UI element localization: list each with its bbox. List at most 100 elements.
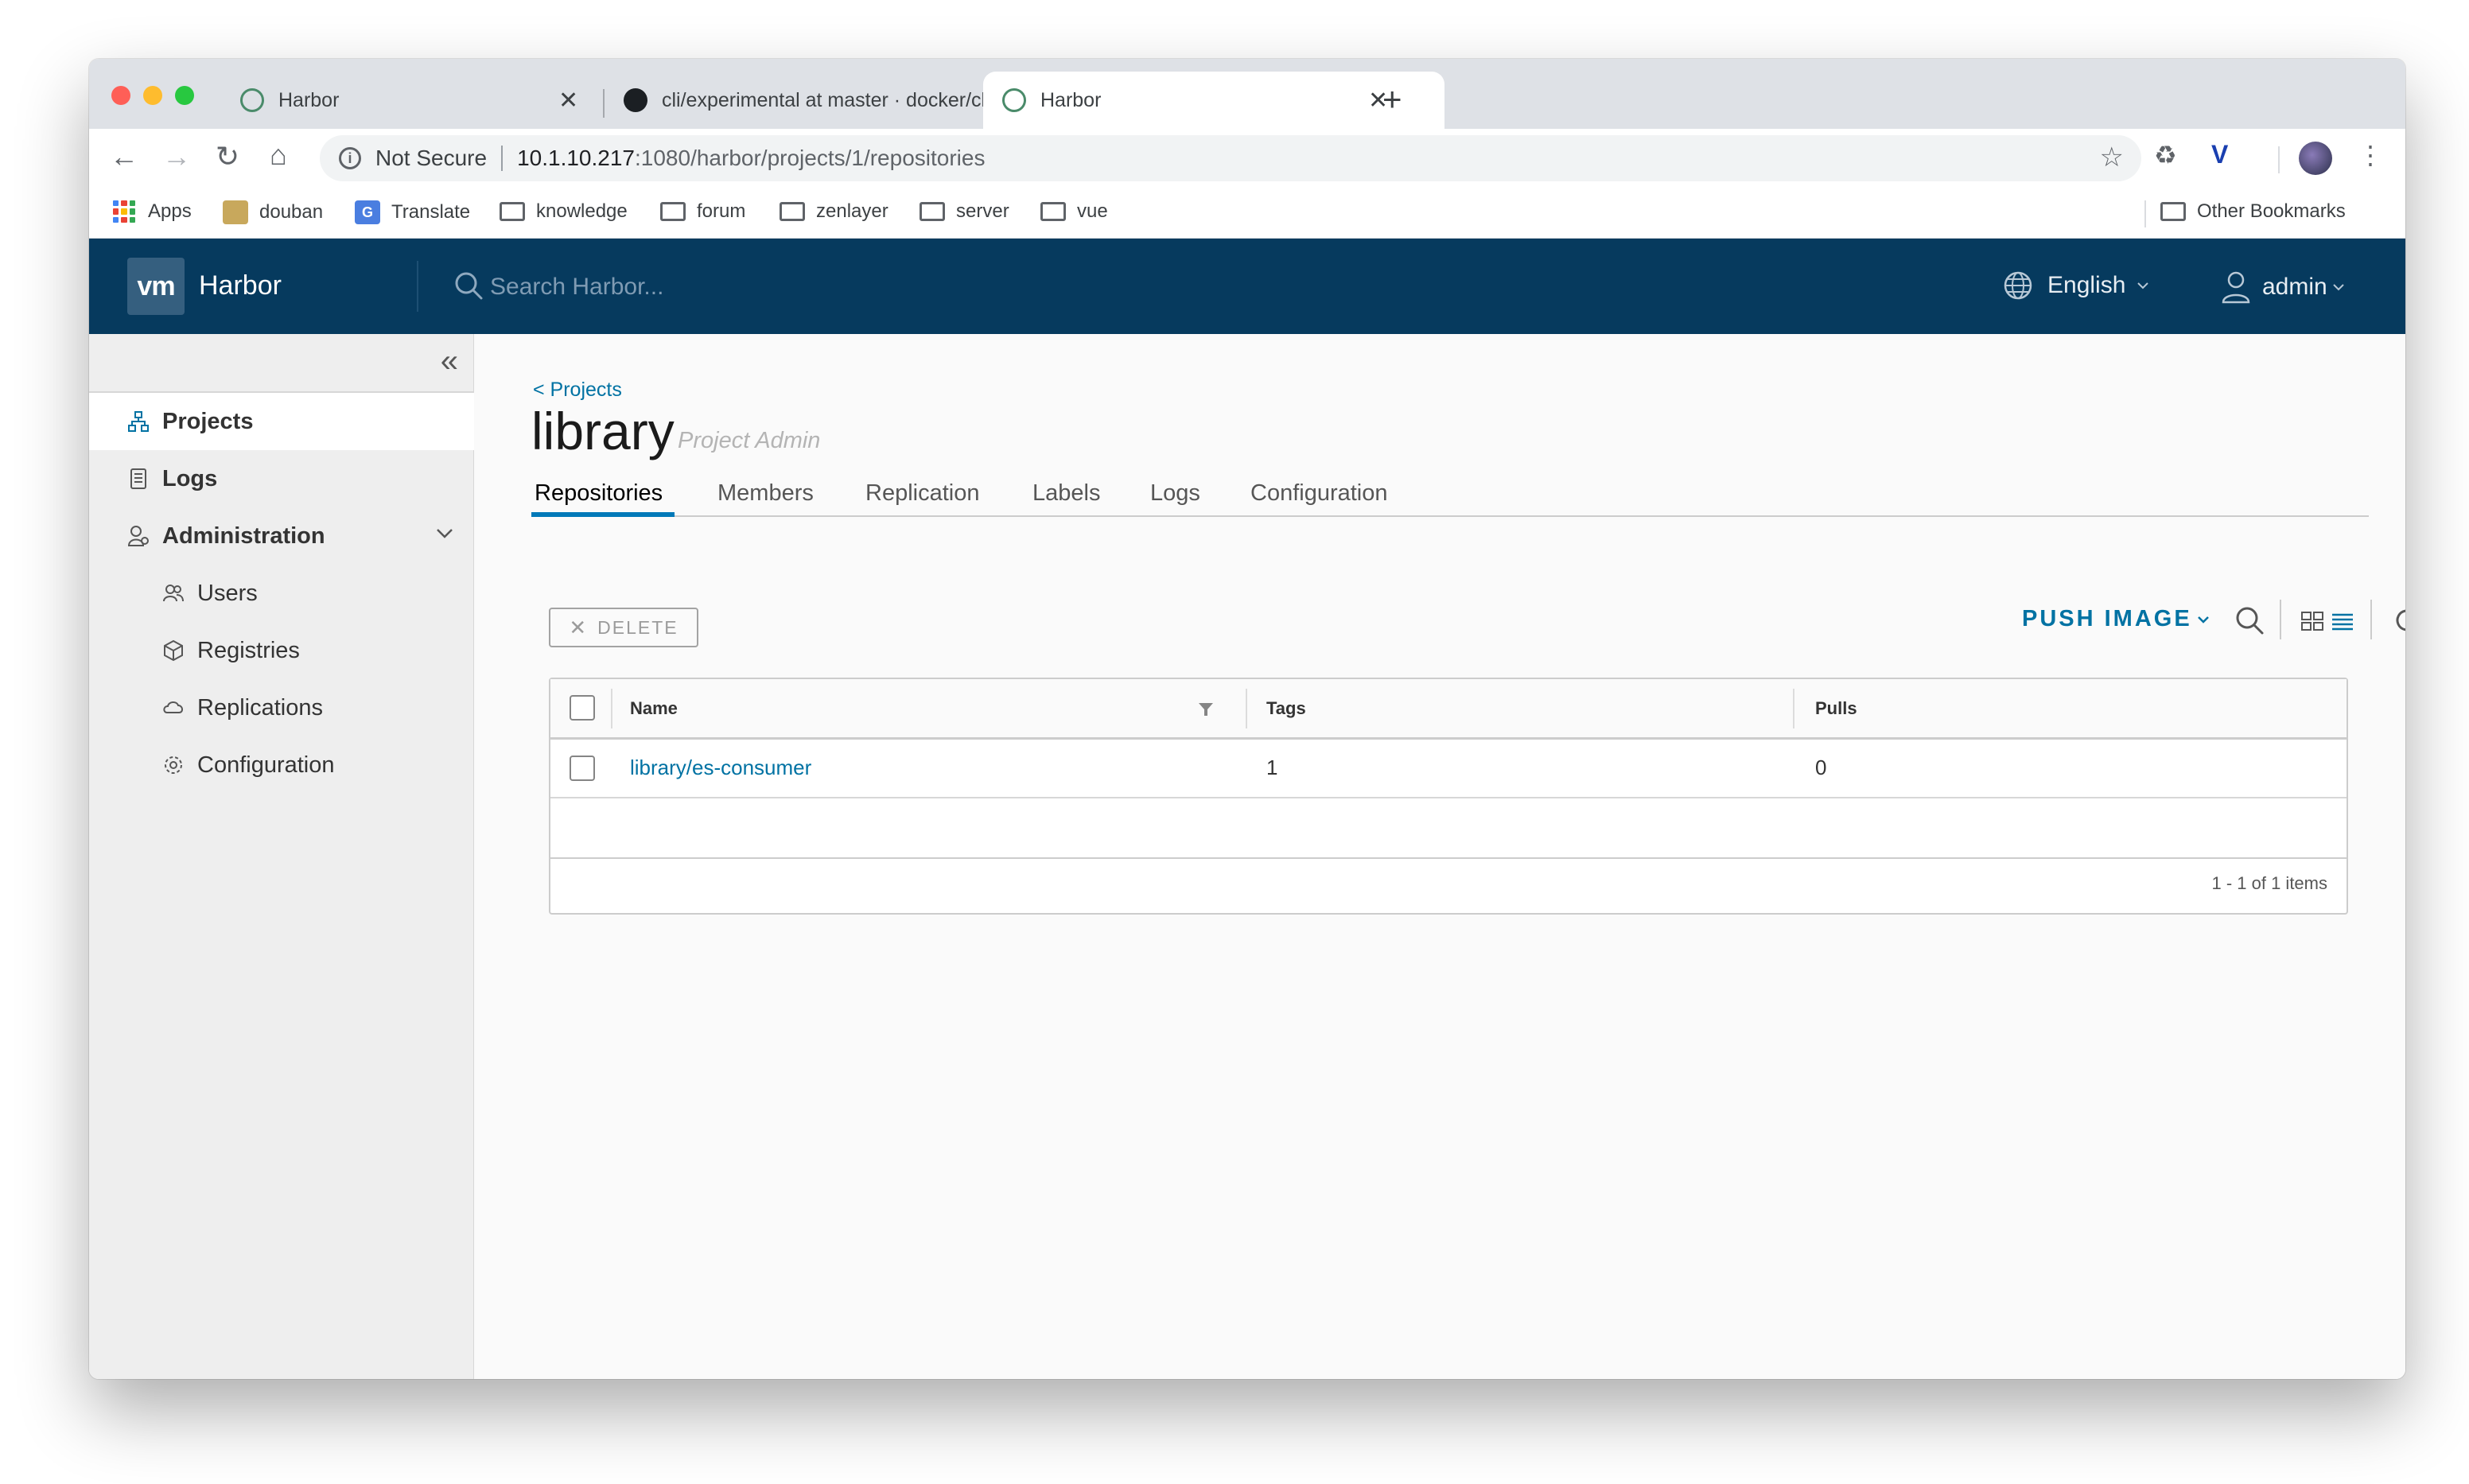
bookmark-vue[interactable]: vue bbox=[1040, 200, 1108, 223]
browser-tab-harbor-1[interactable]: Harbor ✕ bbox=[221, 72, 601, 129]
folder-icon bbox=[780, 202, 805, 221]
bookmark-label: douban bbox=[259, 201, 324, 223]
filter-icon[interactable] bbox=[1196, 700, 1215, 719]
bookmark-star-icon[interactable]: ☆ bbox=[2100, 142, 2124, 173]
user-menu[interactable]: admin bbox=[2221, 270, 2345, 304]
brand-title[interactable]: Harbor bbox=[199, 270, 282, 301]
menu-dots-icon[interactable]: ⋮ bbox=[2358, 140, 2383, 170]
replications-icon bbox=[163, 701, 183, 713]
administration-icon bbox=[127, 526, 149, 546]
user-icon bbox=[2222, 271, 2250, 304]
tab-label: Logs bbox=[1150, 480, 1200, 506]
v-extension-icon[interactable]: V bbox=[2211, 140, 2228, 169]
recycle-extension-icon[interactable]: ♻ bbox=[2154, 140, 2177, 170]
select-all-checkbox[interactable] bbox=[570, 695, 595, 721]
chevron-down-icon[interactable] bbox=[434, 523, 455, 544]
logs-icon bbox=[130, 468, 146, 489]
toolbar-divider bbox=[2280, 600, 2281, 639]
home-icon[interactable]: ⌂ bbox=[259, 138, 297, 172]
tab-title: Harbor bbox=[1040, 88, 1102, 111]
sidebar-item-label: Replications bbox=[197, 694, 323, 721]
forward-arrow-icon[interactable]: → bbox=[157, 140, 196, 173]
column-header-name[interactable]: Name bbox=[630, 698, 678, 719]
tab-logs[interactable]: Logs bbox=[1150, 480, 1200, 507]
search-icon[interactable] bbox=[2234, 604, 2265, 636]
sidebar-item-projects[interactable]: Projects bbox=[89, 393, 474, 450]
zoom-window-button[interactable] bbox=[175, 86, 194, 105]
row-checkbox[interactable] bbox=[570, 756, 595, 781]
bookmark-apps[interactable]: Apps bbox=[113, 200, 192, 223]
security-label: Not Secure bbox=[375, 146, 488, 170]
bookmark-knowledge[interactable]: knowledge bbox=[500, 200, 628, 223]
table-empty-area bbox=[550, 798, 2347, 859]
bookmark-douban[interactable]: douban bbox=[223, 200, 323, 224]
douban-icon bbox=[223, 200, 248, 224]
sidebar-item-administration[interactable]: Administration bbox=[89, 507, 474, 565]
bookmarks-bar: Apps douban G Translate knowledge forum … bbox=[89, 189, 2405, 239]
bookmark-label: Translate bbox=[391, 201, 471, 223]
reload-icon[interactable]: ↻ bbox=[208, 140, 247, 173]
sidebar-item-label: Users bbox=[197, 580, 258, 606]
github-favicon-icon bbox=[624, 88, 647, 112]
sidebar-item-label: Logs bbox=[162, 465, 218, 491]
close-tab-icon[interactable]: ✕ bbox=[558, 87, 578, 115]
tab-title: Harbor bbox=[278, 88, 340, 111]
delete-label: DELETE bbox=[597, 616, 678, 638]
header-divider bbox=[417, 261, 418, 312]
column-header-pulls[interactable]: Pulls bbox=[1815, 698, 1857, 719]
refresh-icon[interactable] bbox=[2393, 606, 2405, 635]
sidebar-item-users[interactable]: Users bbox=[89, 565, 474, 622]
bookmark-label: forum bbox=[697, 200, 746, 222]
double-chevron-left-icon[interactable]: « bbox=[441, 344, 458, 379]
card-view-icon[interactable] bbox=[2300, 611, 2324, 631]
sidebar-item-replications[interactable]: Replications bbox=[89, 679, 474, 736]
users-icon bbox=[163, 585, 184, 602]
tab-label: Members bbox=[717, 480, 814, 506]
sidebar-item-registries[interactable]: Registries bbox=[89, 622, 474, 679]
bookmark-translate[interactable]: G Translate bbox=[355, 200, 470, 224]
repository-name-link[interactable]: library/es-consumer bbox=[630, 756, 811, 780]
sidebar-item-label: Administration bbox=[162, 523, 325, 549]
folder-icon bbox=[660, 202, 686, 221]
folder-icon bbox=[1040, 202, 1066, 221]
tab-replication[interactable]: Replication bbox=[865, 480, 979, 507]
tab-members[interactable]: Members bbox=[717, 480, 814, 507]
vmware-logo[interactable]: vm bbox=[127, 258, 185, 315]
close-window-button[interactable] bbox=[111, 86, 130, 105]
delete-button[interactable]: ✕ DELETE bbox=[549, 608, 698, 647]
new-tab-button[interactable]: + bbox=[1382, 83, 1402, 116]
tab-configuration[interactable]: Configuration bbox=[1250, 480, 1388, 507]
column-separator bbox=[1793, 689, 1794, 728]
browser-tab-harbor-active[interactable]: Harbor ✕ bbox=[983, 72, 1444, 129]
search-icon[interactable] bbox=[453, 270, 484, 301]
sidebar-collapse[interactable]: « bbox=[89, 334, 474, 393]
bookmark-other[interactable]: Other Bookmarks bbox=[2160, 200, 2346, 223]
bookmark-server[interactable]: server bbox=[920, 200, 1009, 223]
sidebar-item-configuration[interactable]: Configuration bbox=[89, 736, 474, 794]
bookmark-zenlayer[interactable]: zenlayer bbox=[780, 200, 888, 223]
search-input[interactable]: Search Harbor... bbox=[490, 274, 663, 301]
tab-label: Labels bbox=[1032, 480, 1101, 506]
info-icon[interactable]: i bbox=[339, 147, 361, 169]
tab-repositories[interactable]: Repositories bbox=[535, 480, 663, 507]
folder-icon bbox=[2160, 202, 2186, 221]
push-image-button[interactable]: PUSH IMAGE bbox=[2022, 606, 2210, 632]
sidebar-item-logs[interactable]: Logs bbox=[89, 450, 474, 507]
column-header-tags[interactable]: Tags bbox=[1266, 698, 1306, 719]
minimize-window-button[interactable] bbox=[143, 86, 162, 105]
folder-icon bbox=[500, 202, 525, 221]
bookmark-label: knowledge bbox=[536, 200, 628, 222]
breadcrumb-projects[interactable]: < Projects bbox=[533, 379, 622, 402]
profile-avatar[interactable] bbox=[2299, 142, 2332, 175]
address-bar[interactable]: i Not Secure 10.1.10.217 :1080/harbor/pr… bbox=[320, 135, 2141, 181]
language-selector[interactable]: English bbox=[2003, 270, 2149, 301]
tab-labels[interactable]: Labels bbox=[1032, 480, 1100, 507]
chevron-down-icon bbox=[2333, 284, 2344, 291]
list-view-icon[interactable] bbox=[2331, 611, 2354, 631]
browser-toolbar: ← → ↻ ⌂ i Not Secure 10.1.10.217 :1080/h… bbox=[89, 129, 2405, 189]
bookmark-forum[interactable]: forum bbox=[660, 200, 745, 223]
chevron-down-icon bbox=[2137, 282, 2149, 289]
tab-label: Repositories bbox=[535, 480, 663, 506]
main-content: < Projects library Project Admin Reposit… bbox=[474, 334, 2405, 1379]
back-arrow-icon[interactable]: ← bbox=[105, 140, 143, 173]
